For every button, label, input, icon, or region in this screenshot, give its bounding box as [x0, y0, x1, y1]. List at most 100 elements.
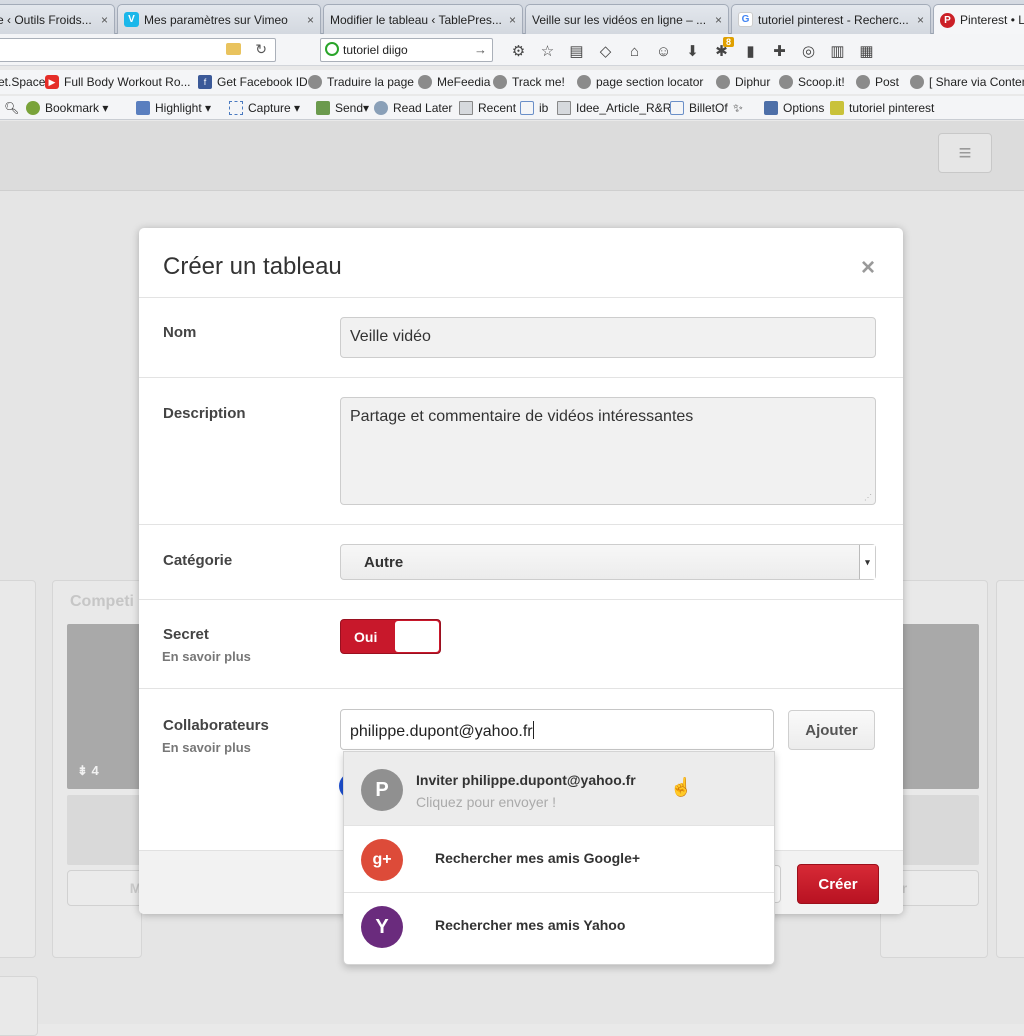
counter-icon[interactable]: ▥ [823, 42, 852, 60]
add-collaborator-button[interactable]: Ajouter [788, 710, 875, 750]
board-description-textarea[interactable]: Partage et commentaire de vidéos intéres… [340, 397, 876, 505]
toolbar-item-label: tutoriel pinterest [849, 101, 935, 115]
pocket-icon[interactable]: ◇ [591, 42, 620, 60]
avatar: P [361, 769, 403, 811]
bookmark-item[interactable]: MeFeedia [418, 75, 490, 89]
toolbar-item-highlight[interactable]: Highlight ▾ [136, 101, 211, 115]
close-tab-icon[interactable]: × [917, 13, 924, 27]
bookmark-item[interactable]: ▶ Full Body Workout Ro... [45, 75, 191, 89]
extension-icon[interactable]: ▦ [852, 42, 881, 60]
bookmark-label: Track me! [512, 75, 565, 89]
close-tab-icon[interactable]: × [307, 13, 314, 27]
toolbar-item-capture[interactable]: Capture ▾ [229, 101, 300, 115]
board-title: Competi [70, 593, 134, 610]
category-selected-value: Autre [364, 554, 404, 571]
search-google-friends-option[interactable]: g+ Rechercher mes amis Google+ [344, 826, 774, 893]
browser-tab-bar: e ‹ Outils Froids... × V Mes paramètres … [0, 0, 1024, 35]
battery-icon[interactable]: ▮ [736, 42, 765, 60]
divider [139, 297, 903, 298]
clock-icon [374, 101, 388, 115]
globe-icon [493, 75, 507, 89]
puzzle-icon[interactable]: ✱ 8 [707, 37, 736, 60]
resize-handle-icon[interactable]: ⋰ [864, 493, 872, 502]
board-cover-image [901, 624, 979, 789]
browser-tab-outils-froids[interactable]: e ‹ Outils Froids... × [0, 4, 115, 34]
diigo-search-icon[interactable]: 🔍︎ [4, 101, 19, 115]
bookmark-label: Post [875, 75, 900, 89]
secret-toggle[interactable]: Oui [340, 619, 441, 654]
bookmark-label: Scoop.it! [798, 75, 845, 89]
browser-tab-veille-videos[interactable]: Veille sur les vidéos en ligne – ... × [525, 4, 729, 34]
name-label: Nom [163, 324, 197, 341]
sparkle-icon[interactable]: ✨︎ [733, 101, 743, 116]
folder-icon[interactable] [226, 43, 241, 55]
text-caret [532, 721, 534, 739]
browser-tab-tablepress[interactable]: Modifier le tableau ‹ TablePres... × [323, 4, 523, 34]
clipboard-icon[interactable]: ▤ [562, 42, 591, 60]
close-tab-icon[interactable]: × [101, 13, 108, 27]
yahoo-option-label: Rechercher mes amis Yahoo [435, 917, 626, 933]
invite-option-hint: Cliquez pour envoyer ! [416, 794, 557, 810]
tools-icon[interactable]: ✚ [765, 42, 794, 60]
capture-icon [229, 101, 243, 115]
secret-learn-more-link[interactable]: En savoir plus [162, 649, 251, 664]
close-icon[interactable]: × [861, 254, 875, 282]
bookmark-item[interactable]: Scoop.it! [779, 75, 845, 89]
chat-icon[interactable]: ☺ [649, 42, 678, 60]
download-icon[interactable]: ⬇ [678, 42, 707, 60]
collaborators-learn-more-link[interactable]: En savoir plus [162, 740, 251, 755]
bookmark-item[interactable]: et.Space [0, 75, 45, 89]
board-thumbnail [901, 795, 979, 865]
facebook-icon: f [198, 75, 212, 89]
bookmark-item[interactable]: Traduire la page [308, 75, 414, 89]
create-board-button[interactable]: Créer [797, 864, 879, 904]
board-name-input[interactable]: Veille vidéo [340, 317, 876, 358]
url-bar[interactable]: ↻ [0, 38, 276, 62]
chevron-down-icon[interactable]: ▾ [859, 545, 875, 579]
toolbar-item-label: Idee_Article_R&R [576, 101, 672, 115]
home-icon[interactable]: ⌂ [620, 42, 649, 60]
addon-icon[interactable]: ⚙ [504, 42, 533, 60]
toolbar-item-send[interactable]: Send ▾ [316, 101, 369, 115]
search-engine-icon[interactable] [325, 42, 339, 56]
invite-email-option[interactable]: P Inviter philippe.dupont@yahoo.fr Cliqu… [344, 752, 774, 826]
bookmark-label: page section locator [596, 75, 704, 89]
toolbar-item-tutoriel-pinterest[interactable]: tutoriel pinterest [830, 101, 934, 115]
category-select[interactable]: Autre ▾ [340, 544, 876, 580]
folder-icon [557, 101, 571, 115]
tab-label: tutoriel pinterest - Recherc... [758, 12, 909, 27]
toolbar-item-bookmark[interactable]: Bookmark ▾ [26, 101, 108, 115]
toolbar-item-options[interactable]: Options [764, 101, 824, 115]
toolbar-item-recent[interactable]: Recent [459, 101, 516, 115]
bookmark-item[interactable]: Diphur [716, 75, 770, 89]
folder-icon [459, 101, 473, 115]
pin-count: ⇟ 4 [77, 763, 99, 778]
toolbar-item-billetof[interactable]: BilletOf [670, 101, 728, 115]
bookmark-label: et.Space [0, 75, 46, 89]
star-icon[interactable]: ☆ [533, 42, 562, 60]
bookmark-item[interactable]: Track me! [493, 75, 565, 89]
tab-label: Modifier le tableau ‹ TablePres... [330, 12, 502, 27]
browser-tab-vimeo[interactable]: V Mes paramètres sur Vimeo × [117, 4, 321, 34]
bookmark-item[interactable]: f Get Facebook ID [198, 75, 308, 89]
toolbar-item-idee-article[interactable]: Idee_Article_R&R [557, 101, 671, 115]
arrow-right-icon[interactable]: → [474, 42, 487, 57]
bookmark-item[interactable]: [ Share via Conten [910, 75, 1024, 89]
menu-icon[interactable]: ≡ [938, 133, 992, 173]
search-yahoo-friends-option[interactable]: Y Rechercher mes amis Yahoo [344, 893, 774, 964]
bookmark-item[interactable]: Post [856, 75, 899, 89]
shield-icon[interactable]: ◎ [794, 42, 823, 60]
toolbar-item-ib[interactable]: ib [520, 101, 548, 115]
browser-tab-google-search[interactable]: G tutoriel pinterest - Recherc... × [731, 4, 931, 34]
close-tab-icon[interactable]: × [509, 13, 516, 27]
bookmark-label: Full Body Workout Ro... [64, 75, 191, 89]
toolbar-item-read-later[interactable]: Read Later [374, 101, 452, 115]
toolbar-item-label: Read Later [393, 101, 453, 115]
bookmark-item[interactable]: page section locator [577, 75, 703, 89]
browser-tab-pinterest[interactable]: P Pinterest • L [933, 4, 1024, 35]
reload-icon[interactable]: ↻ [255, 41, 267, 58]
close-tab-icon[interactable]: × [715, 13, 722, 27]
collaborator-email-input[interactable]: philippe.dupont@yahoo.fr [340, 709, 774, 750]
board-card-right [996, 580, 1024, 958]
search-bar[interactable]: tutoriel diigo → [320, 38, 493, 62]
